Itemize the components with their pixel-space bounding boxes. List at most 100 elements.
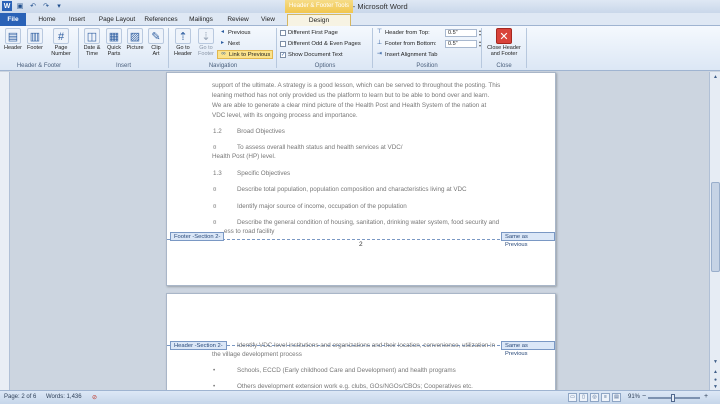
objective-bullet-continued: ess to road facility (224, 228, 275, 235)
tab-view[interactable]: View (256, 14, 280, 26)
page-count-status[interactable]: Page: 2 of 6 (4, 394, 36, 400)
vertical-ruler[interactable] (0, 72, 10, 390)
body-text-line: leaning method has not only provided us … (212, 92, 490, 99)
previous-icon: ◂ (220, 29, 224, 35)
zoom-out-icon[interactable]: − (642, 393, 646, 400)
previous-page-icon[interactable]: ▲ (711, 368, 720, 376)
go-to-footer-button[interactable]: ⇣ Go to Footer (195, 28, 217, 57)
page-number-button[interactable]: # Page Number (48, 28, 74, 57)
header-position-icon: ⊤ (376, 29, 383, 35)
different-odd-even-option[interactable]: Different Odd & Even Pages (280, 39, 361, 48)
heading-specific-objectives: Specific Objectives (237, 170, 291, 177)
header-icon: ▤ (5, 28, 21, 44)
group-divider (78, 28, 79, 68)
document-page[interactable]: support of the ultimate. A strategy is a… (166, 72, 556, 286)
header-section-tag: Header -Section 2- (170, 341, 227, 350)
objective-bullet: Identify major source of income, occupat… (237, 203, 407, 210)
tab-file[interactable]: File (0, 13, 26, 26)
status-bar: Page: 2 of 6 Words: 1,436 ⊘ ▭ ▯ ◎ ≡ ▤ 91… (0, 390, 720, 404)
footer-button[interactable]: ▥ Footer (25, 28, 45, 51)
quick-parts-icon: ▦ (106, 28, 122, 44)
tab-home[interactable]: Home (34, 14, 60, 26)
next-button[interactable]: ▸ Next (219, 39, 240, 48)
footer-boundary-line (167, 239, 555, 240)
go-to-header-button[interactable]: ⇡ Go to Header (172, 28, 194, 57)
body-text-line: Identify VDC level institutions and orga… (237, 342, 495, 349)
picture-icon: ▨ (127, 28, 143, 44)
ribbon-tabs: File Home Insert Page Layout References … (0, 13, 720, 27)
different-first-page-option[interactable]: Different First Page (280, 28, 338, 37)
bullet-mark: ¤ (213, 203, 217, 210)
zoom-slider-handle[interactable] (671, 394, 675, 402)
show-document-text-checkbox[interactable]: ✓ (280, 51, 286, 58)
insert-alignment-tab-button[interactable]: ⇥ Insert Alignment Tab (376, 50, 437, 59)
list-item: Others development extension work e.g. c… (237, 383, 473, 390)
quick-parts-button[interactable]: ▦ Quick Parts (104, 28, 124, 57)
bullet-mark: ¤ (213, 219, 217, 226)
group-label-insert: Insert (115, 63, 131, 69)
tab-mailings[interactable]: Mailings (186, 14, 216, 26)
heading-number: 1.3 (213, 170, 222, 177)
body-text-line: support of the ultimate. A strategy is a… (212, 82, 501, 89)
page-number-field[interactable]: 2 (359, 241, 363, 248)
title-bar: W ▣ ↶ ↷ ▾ Document1 - Microsoft Word Hea… (0, 0, 720, 13)
heading-number: 1.2 (213, 128, 222, 135)
tab-review[interactable]: Review (224, 14, 252, 26)
objective-bullet: To assess overall health status and heal… (237, 144, 403, 151)
footer-from-bottom-input[interactable]: 0.5" (445, 39, 477, 48)
tab-insert[interactable]: Insert (64, 14, 90, 26)
group-divider (481, 28, 482, 68)
bullet-mark: ¤ (213, 144, 217, 151)
group-divider (168, 28, 169, 68)
group-divider (526, 28, 527, 68)
group-divider (276, 28, 277, 68)
outline-view-icon[interactable]: ≡ (601, 393, 610, 402)
header-from-top-row: ⊤ Header from Top: 0.5" ▴ ▾ (376, 27, 482, 37)
header-from-top-input[interactable]: 0.5" (445, 28, 477, 37)
body-text-line: We are able to generate a clear mind pic… (212, 102, 487, 109)
link-to-previous-button[interactable]: ∞ Link to Previous (217, 50, 274, 59)
close-icon: ✕ (496, 28, 512, 44)
link-icon: ∞ (221, 51, 226, 57)
print-layout-view-icon[interactable]: ▭ (568, 393, 577, 402)
picture-button[interactable]: ▨ Picture (125, 28, 145, 51)
close-header-footer-button[interactable]: ✕ Close Header and Footer (484, 28, 524, 57)
tab-references[interactable]: References (143, 14, 179, 26)
heading-broad-objectives: Broad Objectives (237, 128, 285, 135)
calendar-icon: ◫ (84, 28, 100, 44)
same-as-previous-tag: Same as Previous (501, 341, 555, 357)
different-odd-even-checkbox[interactable] (280, 40, 286, 47)
scroll-down-icon[interactable]: ▼ (711, 358, 720, 366)
zoom-in-icon[interactable]: + (704, 393, 708, 400)
scroll-up-icon[interactable]: ▲ (711, 73, 720, 81)
group-label-close: Close (496, 63, 512, 69)
go-to-footer-icon: ⇣ (198, 28, 214, 44)
draft-view-icon[interactable]: ▤ (612, 393, 621, 402)
objective-bullet: Describe total population, population co… (237, 186, 467, 193)
tab-page-layout[interactable]: Page Layout (95, 14, 139, 26)
ribbon: ▤ Header ▥ Footer # Page Number Header &… (0, 26, 720, 71)
scrollbar-thumb[interactable] (711, 182, 720, 272)
full-screen-reading-view-icon[interactable]: ▯ (579, 393, 588, 402)
objective-bullet-continued: Health Post (HP) level. (212, 153, 276, 160)
page-number-icon: # (53, 28, 69, 44)
same-as-previous-tag: Same as Previous (501, 232, 555, 248)
bullet-mark: • (213, 383, 216, 390)
header-button[interactable]: ▤ Header (3, 28, 23, 51)
proofing-icon[interactable]: ⊘ (92, 394, 97, 401)
show-document-text-option[interactable]: ✓ Show Document Text (280, 50, 343, 59)
word-count-status[interactable]: Words: 1,436 (46, 394, 82, 400)
bullet-mark: • (213, 367, 216, 374)
group-label-header-footer: Header & Footer (16, 63, 62, 69)
footer-position-icon: ⊥ (376, 40, 383, 46)
zoom-level[interactable]: 91% (628, 394, 640, 400)
date-time-button[interactable]: ◫ Date & Time (81, 28, 103, 57)
clip-art-button[interactable]: ✎ Clip Art (147, 28, 165, 57)
different-first-page-checkbox[interactable] (280, 29, 286, 36)
document-page[interactable]: Header -Section 2- Same as Previous Iden… (166, 293, 556, 391)
vertical-scrollbar[interactable]: ▲ ▼ ▲ ● ▼ (709, 72, 720, 390)
group-label-position: Position (416, 63, 438, 69)
web-layout-view-icon[interactable]: ◎ (590, 393, 599, 402)
previous-button[interactable]: ◂ Previous (219, 28, 251, 37)
clip-art-icon: ✎ (148, 28, 164, 44)
